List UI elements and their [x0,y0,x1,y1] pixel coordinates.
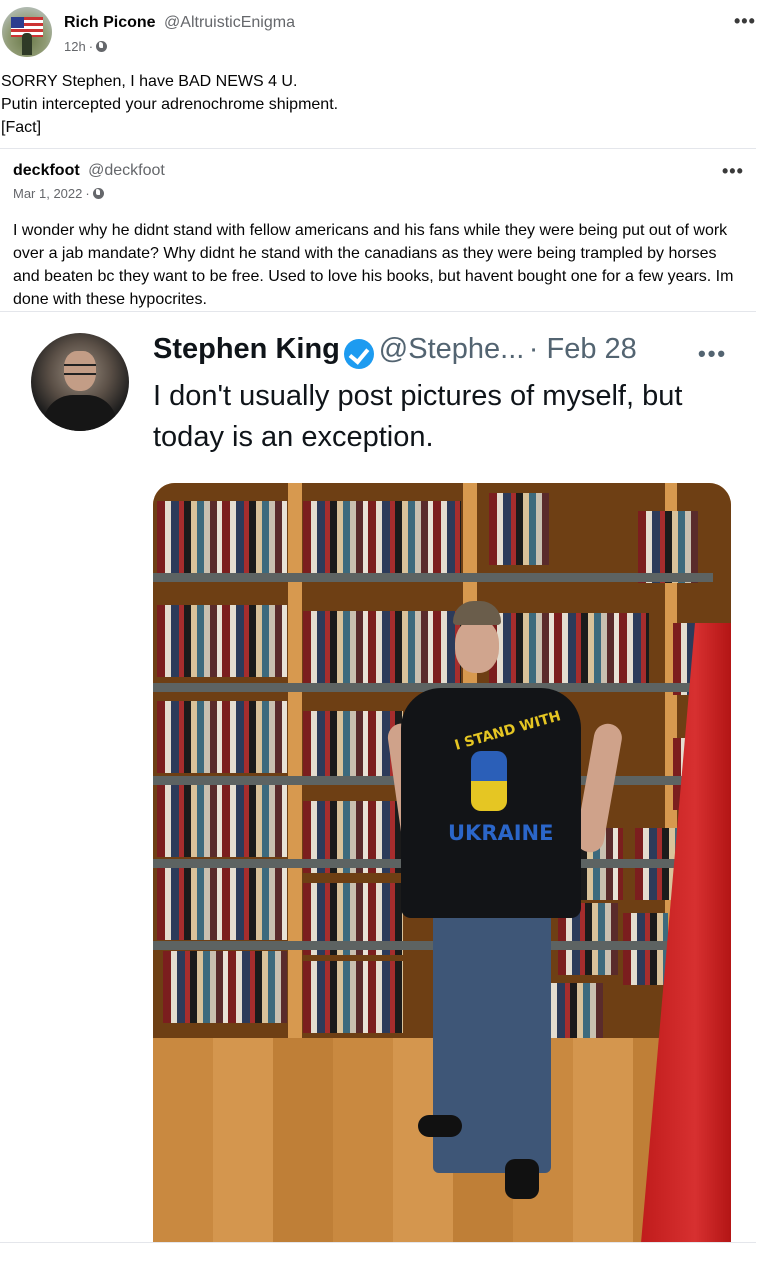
tweet-author-handle: @Stephe... [378,333,525,365]
post-author-handle[interactable]: @AltruisticEnigma [164,14,295,31]
books [157,868,287,940]
tweet-author-name: Stephen King [153,333,340,365]
post-body-line: SORRY Stephen, I have BAD NEWS 4 U. [1,73,298,90]
books [489,493,549,565]
shelf-upright [288,483,302,1043]
tweet-author-line: Stephen King @Stephe... · Feb 28 [153,333,637,369]
raised-fist-icon [471,751,507,811]
person-head [455,619,499,673]
post-body-line: Putin intercepted your adrenochrome ship… [1,96,339,113]
tweet-photo: I STAND WITH UKRAINE [153,483,731,1243]
statue-image [22,33,32,55]
tweet-date: · Feb 28 [528,333,637,365]
books [303,711,403,783]
tweet-text-line: I don't usually post pictures of myself,… [153,380,683,412]
books [303,961,403,1033]
quoted-date[interactable]: Mar 1, 2022 [13,186,82,201]
shelf-board [153,573,713,582]
quoted-author-handle[interactable]: @deckfoot [88,162,165,179]
meta-separator: · [85,186,90,201]
post-body-line: [Fact] [1,119,42,136]
post-more-icon[interactable]: ••• [734,12,756,30]
quoted-meta: Mar 1, 2022 · [13,186,104,201]
books [157,501,287,573]
tweet-author-avatar [31,333,129,431]
books [303,501,461,573]
post-time[interactable]: 12h [64,39,86,54]
meta-separator: · [88,39,94,54]
person-shoe [505,1159,539,1199]
tweet-more-icon: ••• [698,341,728,366]
divider [0,311,756,312]
tweet-text-line: today is an exception. [153,421,434,453]
author-avatar[interactable] [2,7,52,57]
books [163,951,287,1023]
tweet-text: I don't usually post pictures of myself,… [153,376,743,458]
person-shoe [418,1115,462,1137]
embedded-tweet-image[interactable]: Stephen King @Stephe... · Feb 28 ••• I d… [0,313,756,1243]
quoted-more-icon[interactable]: ••• [722,162,744,180]
quoted-author-name[interactable]: deckfoot [13,162,80,179]
divider [0,148,756,149]
shirt-text: UKRAINE [448,821,554,845]
post-author-line: Rich Picone @AltruisticEnigma [64,14,295,32]
quoted-author-line: deckfoot @deckfoot [13,162,165,180]
verified-badge-icon [344,338,375,369]
books [303,611,461,683]
globe-icon [92,188,104,199]
post-meta: 12h · [64,39,108,54]
globe-icon [96,41,108,52]
books [489,613,649,685]
books [157,605,287,677]
books [157,785,287,857]
post-author-name[interactable]: Rich Picone [64,14,156,31]
post-body: SORRY Stephen, I have BAD NEWS 4 U. Puti… [1,70,741,139]
divider [0,1242,756,1243]
avatar-shirt [43,395,117,431]
quoted-body: I wonder why he didnt stand with fellow … [13,222,734,308]
avatar-glasses [64,364,96,375]
books [157,701,287,773]
